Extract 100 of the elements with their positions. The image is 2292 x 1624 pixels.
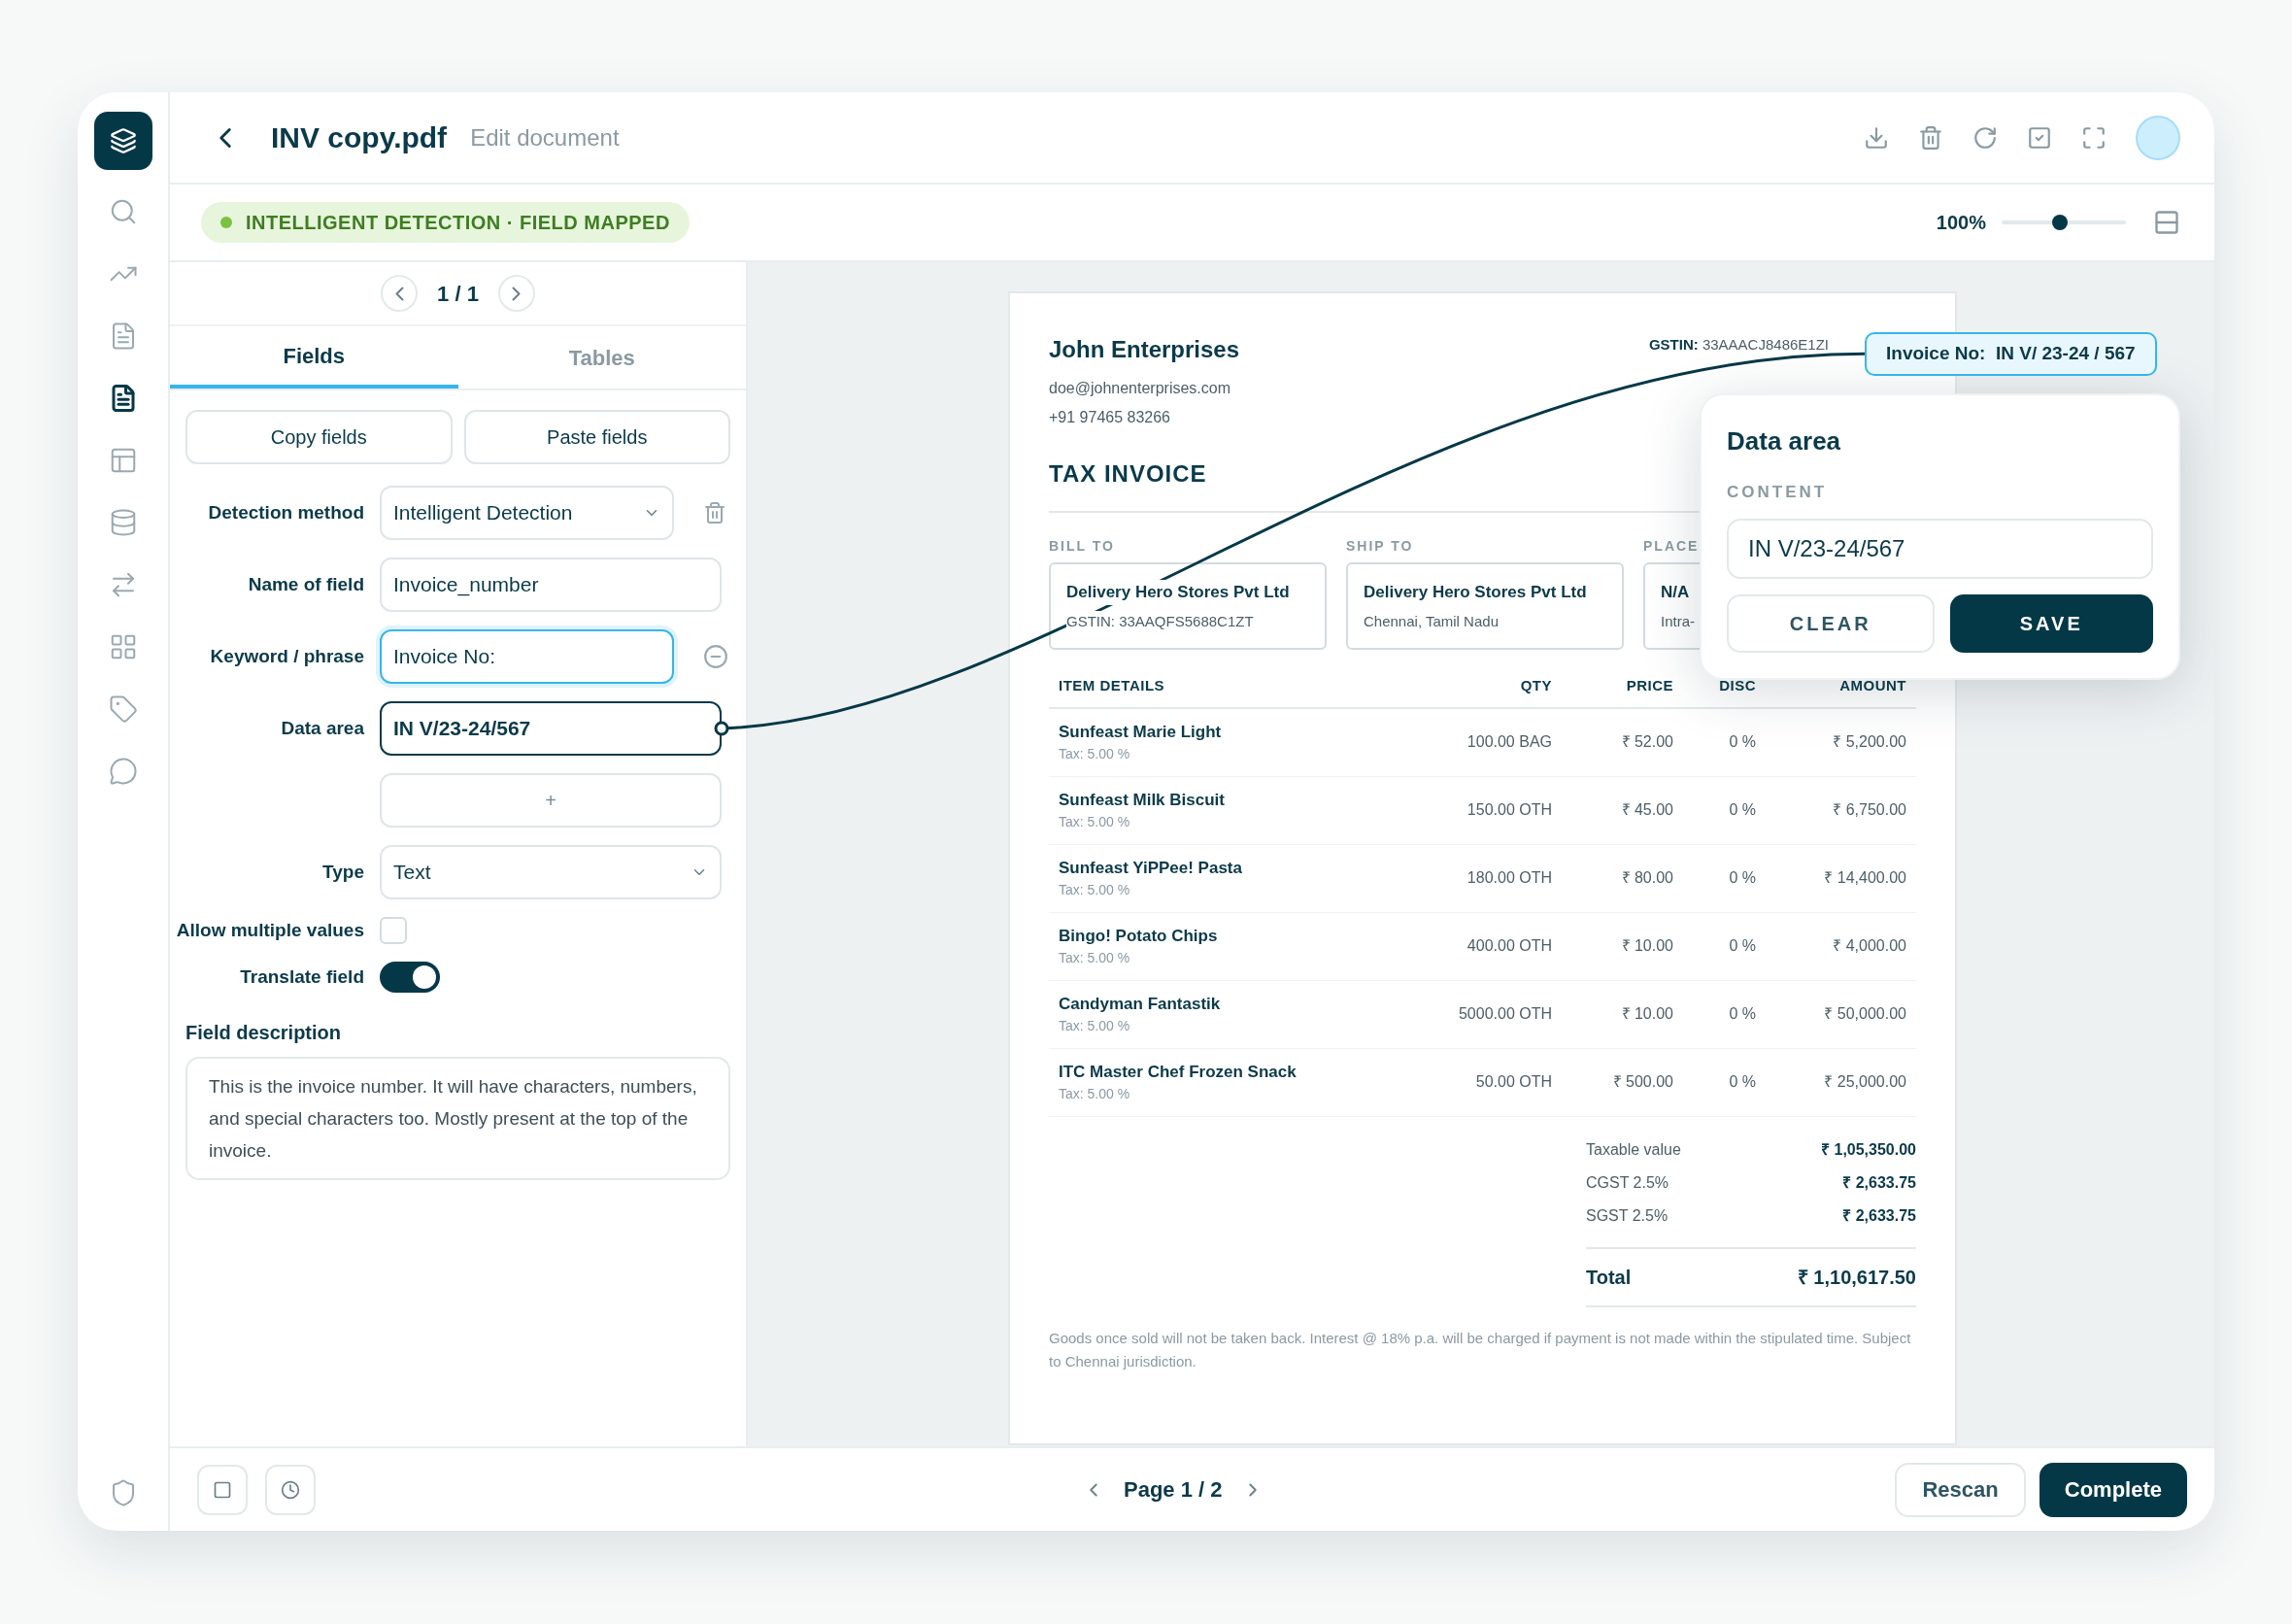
remove-icon[interactable]: [703, 644, 728, 669]
field-label: Data area: [280, 717, 364, 740]
item-tax: Tax: 5.00 %: [1059, 1085, 1131, 1104]
field-label: Allow multiple values: [175, 919, 364, 942]
table-cell-text: ₹ 500.00: [1611, 1072, 1673, 1092]
input-field[interactable]: Invoice_number: [380, 558, 722, 612]
zoom-slider[interactable]: [2002, 213, 2126, 232]
trash-icon[interactable]: [1918, 124, 1943, 151]
chevron-right-icon: [512, 286, 522, 301]
clear-button[interactable]: CLEAR: [1727, 593, 1935, 653]
avatar[interactable]: [2136, 115, 2180, 160]
field-label: Translate field: [239, 965, 364, 989]
item-tax: Tax: 5.00 %: [1059, 745, 1131, 764]
column-header: AMOUNT: [1838, 676, 1906, 695]
document-title: INV copy.pdf: [271, 120, 448, 155]
trash-icon[interactable]: [703, 501, 726, 524]
table-cell-text: 0 %: [1728, 1072, 1756, 1092]
party-detail: GSTIN: 33AAQFS5688C1ZT: [1066, 610, 1254, 632]
table-cell-text: ₹ 50,000.00: [1823, 1004, 1906, 1024]
table-cell-text: 0 %: [1728, 800, 1756, 820]
action-button[interactable]: Paste fields: [463, 410, 730, 464]
column-header: QTY: [1519, 676, 1552, 695]
complete-button[interactable]: Complete: [2039, 1462, 2187, 1517]
tab[interactable]: Fields: [170, 326, 458, 389]
checkbox-icon[interactable]: [2027, 124, 2052, 151]
logo[interactable]: [93, 112, 152, 170]
company-email: doe@johnenterprises.com: [1049, 379, 1231, 398]
table-cell-text: 150.00 OTH: [1466, 800, 1552, 820]
download-icon[interactable]: [1864, 124, 1889, 151]
total-value: ₹ 2,633.75: [1842, 1172, 1916, 1193]
fullscreen-icon[interactable]: [2081, 124, 2107, 151]
item-tax: Tax: 5.00 %: [1059, 881, 1131, 900]
total-value: ₹ 1,10,617.50: [1797, 1265, 1916, 1290]
field-label: Name of field: [247, 573, 364, 596]
refresh-icon[interactable]: [1972, 124, 1998, 151]
section-heading: Field description: [185, 1021, 343, 1045]
table-cell-text: ₹ 10.00: [1620, 1004, 1673, 1024]
total-label: Taxable value: [1586, 1139, 1681, 1160]
table-cell-text: 0 %: [1728, 868, 1756, 888]
invoice-note: Goods once sold will not be taken back. Interest @ 18% p.a. will be charged if payment is not made within the stipulated time. Subject to Chennai jurisdiction.: [1049, 1328, 1912, 1371]
item-name: Bingo! Potato Chips: [1059, 925, 1219, 947]
table-cell-text: 0 %: [1728, 732, 1756, 752]
total-label: Total: [1586, 1265, 1632, 1290]
clock-icon: [281, 1479, 300, 1500]
item-name: Candyman Fantastik: [1059, 993, 1222, 1015]
item-name: ITC Master Chef Frozen Snack: [1059, 1061, 1298, 1083]
table-cell-text: 0 %: [1728, 936, 1756, 956]
total-value: ₹ 2,633.75: [1842, 1205, 1916, 1226]
table-cell-text: ₹ 14,400.00: [1823, 868, 1906, 888]
slider-thumb[interactable]: [2052, 215, 2069, 230]
rescan-button[interactable]: Rescan: [1895, 1462, 2026, 1517]
field-label: Detection method: [207, 501, 364, 524]
zoom-reading: 100%: [1936, 211, 1986, 235]
tag-icon[interactable]: [108, 694, 138, 724]
input-field[interactable]: IN V/23-24/567: [380, 701, 722, 756]
item-tax: Tax: 5.00 %: [1059, 813, 1131, 832]
rows-icon[interactable]: [2153, 209, 2180, 236]
invoice-number-tag[interactable]: Invoice No: IN V/ 23-24 / 567: [1865, 332, 2157, 376]
square-button[interactable]: [197, 1464, 248, 1515]
popup-title: Data area: [1727, 425, 1842, 457]
table-cell-text: 180.00 OTH: [1466, 868, 1552, 888]
table-cell-text: ₹ 25,000.00: [1823, 1072, 1906, 1092]
select-field[interactable]: Text: [380, 845, 722, 899]
item-name: Sunfeast YiPPee! Pasta: [1059, 857, 1243, 879]
save-button[interactable]: SAVE: [1949, 593, 2153, 653]
party-label: SHIP TO: [1346, 537, 1414, 556]
chat-icon[interactable]: [108, 757, 138, 786]
table-cell-text: 100.00 BAG: [1466, 732, 1552, 752]
column-header: PRICE: [1625, 676, 1673, 695]
history-button[interactable]: [265, 1464, 316, 1515]
page-counter: 1 / 1: [437, 280, 479, 308]
item-tax: Tax: 5.00 %: [1059, 949, 1131, 968]
content-field[interactable]: IN V/23-24/567: [1727, 518, 2153, 579]
item-name: Sunfeast Milk Biscuit: [1059, 789, 1226, 811]
page-subtitle: Edit document: [470, 122, 620, 152]
table-cell-text: ₹ 52.00: [1620, 732, 1673, 752]
total-label: SGST 2.5%: [1586, 1205, 1668, 1226]
table-cell-text: ₹ 10.00: [1620, 936, 1673, 956]
table-cell-text: 400.00 OTH: [1466, 936, 1552, 956]
toggle-switch[interactable]: [380, 962, 440, 993]
table-cell-text: ₹ 80.00: [1620, 868, 1673, 888]
company-name: John Enterprises: [1049, 335, 1240, 364]
select-field[interactable]: Intelligent Detection: [380, 486, 674, 540]
party-label: BILL TO: [1049, 537, 1115, 556]
table-cell-text: 0 %: [1728, 1004, 1756, 1024]
previous-button[interactable]: [381, 275, 419, 312]
table-cell-text: 50.00 OTH: [1474, 1072, 1552, 1092]
next-button[interactable]: [497, 275, 535, 312]
table-cell-text: 5000.00 OTH: [1457, 1004, 1552, 1024]
party-name: Delivery Hero Stores Pvt Ltd: [1066, 580, 1290, 605]
content-label: CONTENT: [1727, 482, 1829, 503]
checkbox[interactable]: [380, 917, 407, 944]
action-button[interactable]: Copy fields: [185, 410, 453, 464]
table-cell-text: ₹ 45.00: [1620, 800, 1673, 820]
chevron-left-icon: [394, 286, 404, 301]
company-phone: +91 97465 83266: [1049, 408, 1171, 427]
description-field[interactable]: This is the invoice number. It will have characters, numbers, and special characters too. Mostly present at the top of the invoice.: [185, 1057, 730, 1180]
field-label: Keyword / phrase: [209, 645, 364, 668]
gstin-text: GSTIN: 33AAACJ8486E1ZI: [1648, 335, 1829, 355]
total-value: ₹ 1,05,350.00: [1821, 1139, 1916, 1160]
